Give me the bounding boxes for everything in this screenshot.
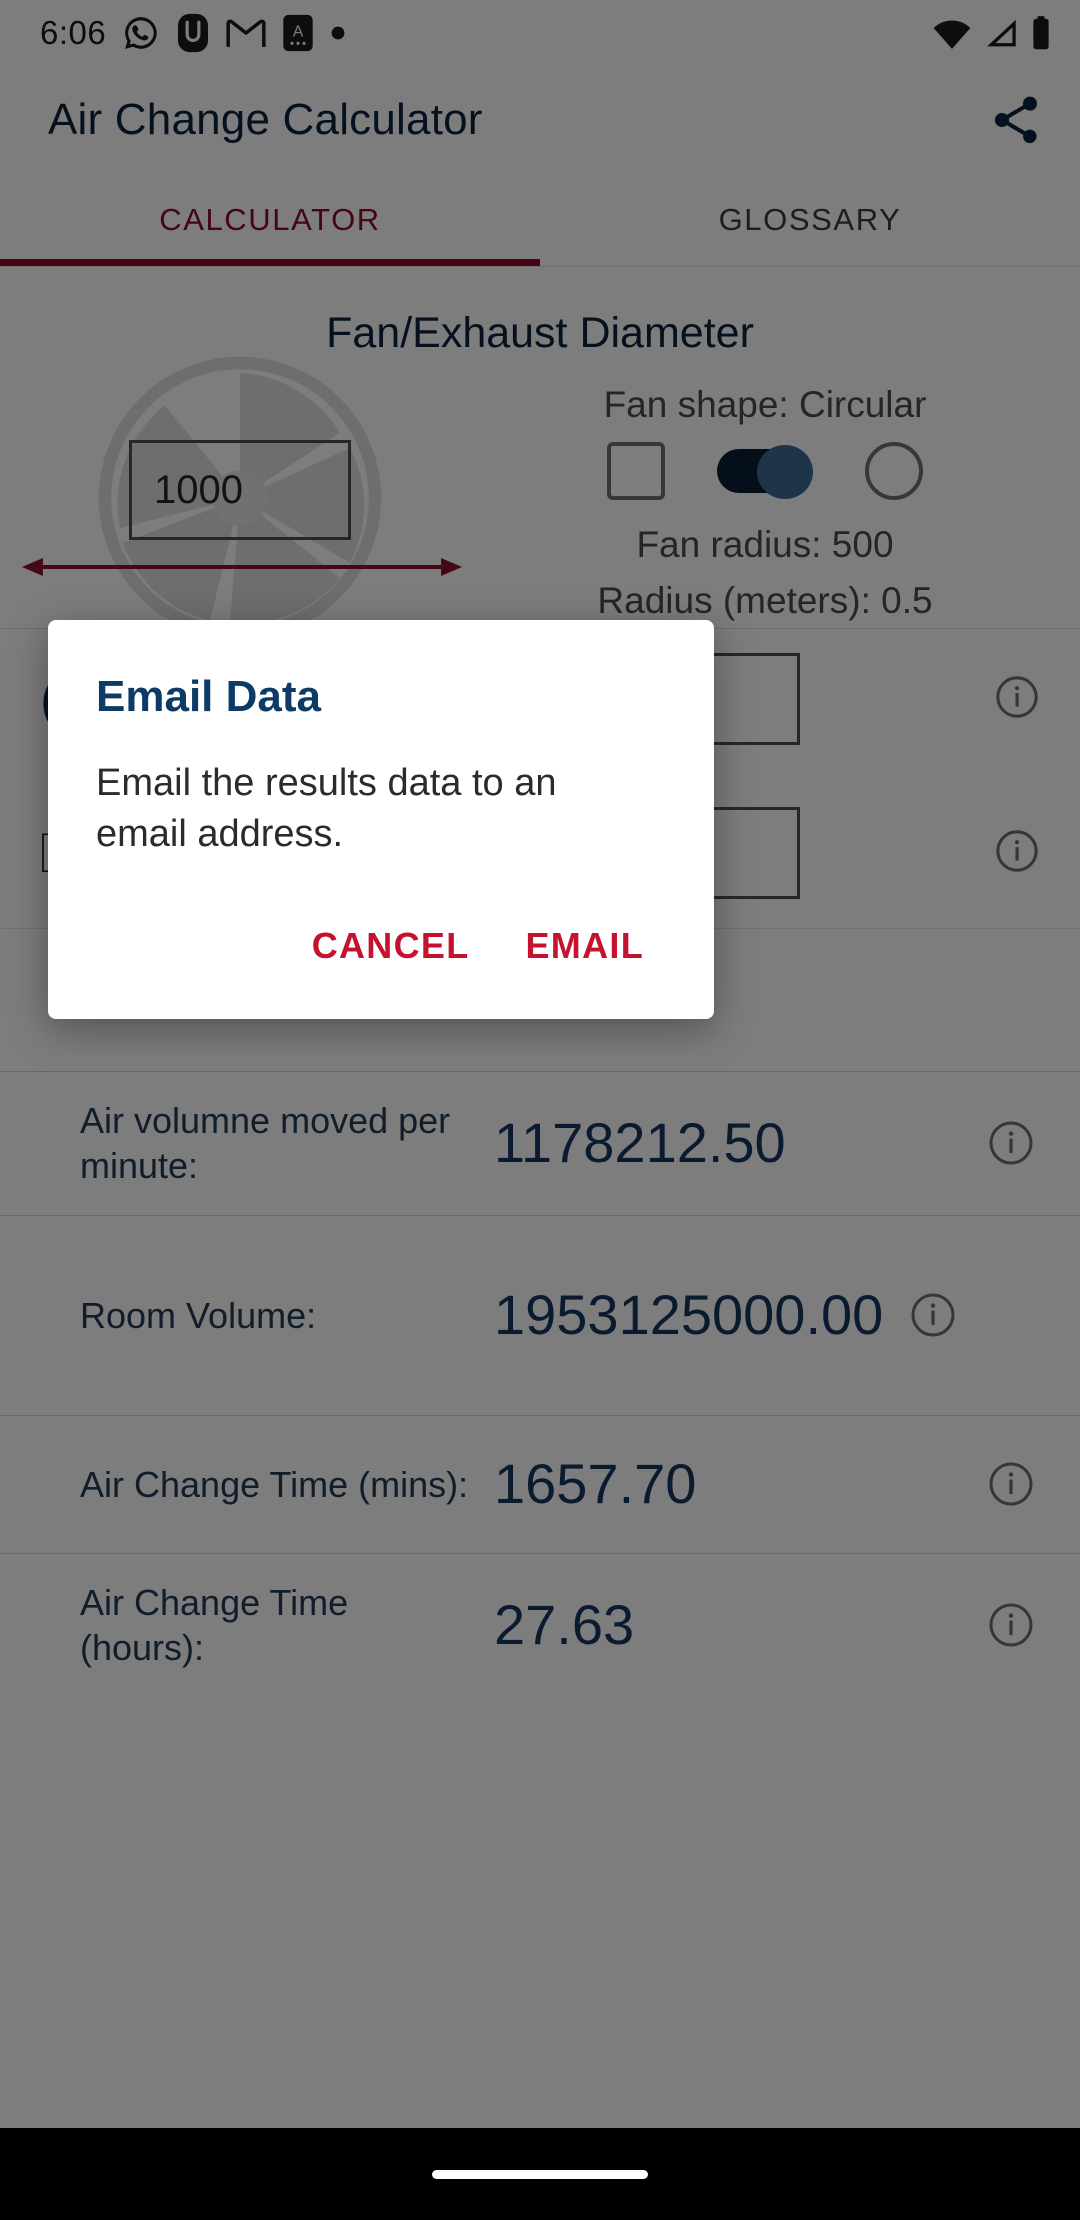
status-bar-left: 6:06 A xyxy=(40,13,346,53)
email-data-dialog: Email Data Email the results data to an … xyxy=(48,620,714,1019)
dot-icon xyxy=(331,26,345,40)
tab-glossary[interactable]: GLOSSARY xyxy=(540,174,1080,266)
share-button[interactable] xyxy=(988,92,1044,148)
tab-glossary-label: GLOSSARY xyxy=(718,202,902,237)
result-label: Air volumne moved per minute: xyxy=(80,1100,451,1187)
fan-shape-label: Fan shape: Circular xyxy=(603,384,927,425)
phone-screen: 6:06 A Air Change Calculator CALCULATOR … xyxy=(0,0,1080,2220)
info-icon[interactable] xyxy=(900,1291,966,1339)
home-gesture-pill[interactable] xyxy=(432,2169,648,2179)
fan-diameter-section: Fan/Exhaust Diameter 1000 Fan shape: Cir… xyxy=(0,267,1080,640)
fan-diameter-row: Fan shape: Circular Fan radius: 500 Radi… xyxy=(0,356,1080,640)
result-label: Air Change Time (mins): xyxy=(80,1463,469,1505)
app-bar: Air Change Calculator xyxy=(0,66,1080,174)
square-shape-checkbox[interactable] xyxy=(607,442,665,500)
diameter-arrow xyxy=(22,550,462,589)
share-icon xyxy=(994,96,1037,144)
status-bar-right xyxy=(932,16,1052,50)
cellular-signal-icon xyxy=(987,19,1016,47)
status-bar-clock: 6:06 xyxy=(40,14,107,51)
wifi-icon xyxy=(933,20,971,49)
svg-text:A: A xyxy=(293,23,304,40)
result-label: Room Volume: xyxy=(80,1294,317,1336)
result-label: Air Change Time (hours): xyxy=(80,1581,349,1669)
table-row: Air Change Time (hours): 27.63 xyxy=(0,1552,1080,1697)
room-info-icon[interactable] xyxy=(994,674,1040,725)
u-app-icon xyxy=(178,13,209,53)
info-icon[interactable] xyxy=(978,1601,1044,1649)
page-title: Air Change Calculator xyxy=(48,95,483,144)
tab-calculator[interactable]: CALCULATOR xyxy=(0,174,540,266)
table-row: Air Change Time (mins): 1657.70 xyxy=(0,1414,1080,1553)
results-table: Air volumne moved per minute: 1178212.50… xyxy=(0,1071,1080,1697)
whatsapp-icon xyxy=(125,17,157,49)
shape-controls xyxy=(607,442,923,500)
table-row: Air volumne moved per minute: 1178212.50 xyxy=(0,1071,1080,1215)
switch-thumb xyxy=(757,445,813,499)
tab-calculator-label: CALCULATOR xyxy=(159,202,381,237)
dialog-title: Email Data xyxy=(96,672,321,721)
info-icon[interactable] xyxy=(978,1119,1044,1167)
result-value: 1657.70 xyxy=(494,1452,697,1516)
status-bar: 6:06 A xyxy=(0,0,1080,66)
shape-toggle-switch[interactable] xyxy=(717,445,813,499)
fan-radius-label: Fan radius: 500 xyxy=(636,524,894,565)
table-row: Room Volume: 1953125000.00 xyxy=(0,1214,1080,1415)
gmail-icon xyxy=(226,19,266,47)
cancel-button[interactable]: CANCEL xyxy=(290,907,492,985)
battery-icon xyxy=(1033,16,1049,50)
tab-bar: CALCULATOR GLOSSARY xyxy=(0,174,1080,267)
radius-meters-label: Radius (meters): 0.5 xyxy=(597,580,933,621)
room-info-icon-2[interactable] xyxy=(994,828,1040,879)
info-icon[interactable] xyxy=(978,1460,1044,1508)
fan-shape-controls-area: Fan shape: Circular Fan radius: 500 Radi… xyxy=(480,378,1080,622)
fan-diagram-area xyxy=(0,356,480,640)
fan-diameter-input[interactable] xyxy=(129,440,351,540)
dialog-message: Email the results data to an email addre… xyxy=(96,762,557,856)
navigation-bar xyxy=(0,2128,1080,2220)
result-value: 1178212.50 xyxy=(494,1111,786,1175)
result-value: 27.63 xyxy=(494,1593,635,1657)
a-app-icon: A xyxy=(283,14,313,52)
email-button[interactable]: EMAIL xyxy=(504,907,667,985)
result-value: 1953125000.00 xyxy=(494,1283,884,1347)
dialog-actions: CANCEL EMAIL xyxy=(48,861,714,1019)
circular-shape-radio[interactable] xyxy=(865,442,923,500)
